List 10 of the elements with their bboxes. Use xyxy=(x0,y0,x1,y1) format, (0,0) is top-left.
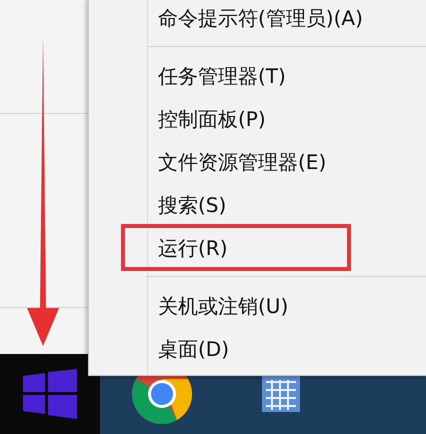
menu-item[interactable]: 搜索(S) xyxy=(89,184,426,227)
windows-logo-icon[interactable] xyxy=(23,369,77,419)
menu-item[interactable]: 控制面板(P) xyxy=(89,98,426,141)
menu-item[interactable]: 任务管理器(T) xyxy=(89,55,426,98)
menu-item[interactable]: 命令提示符(管理员)(A) xyxy=(89,0,426,40)
menu-item[interactable]: 文件资源管理器(E) xyxy=(89,141,426,184)
menu-item[interactable]: 运行(R) xyxy=(89,227,426,270)
grid-app-icon[interactable] xyxy=(262,376,300,412)
menu-item[interactable]: 桌面(D) xyxy=(89,328,426,371)
menu-item[interactable]: 关机或注销(U) xyxy=(89,285,426,328)
